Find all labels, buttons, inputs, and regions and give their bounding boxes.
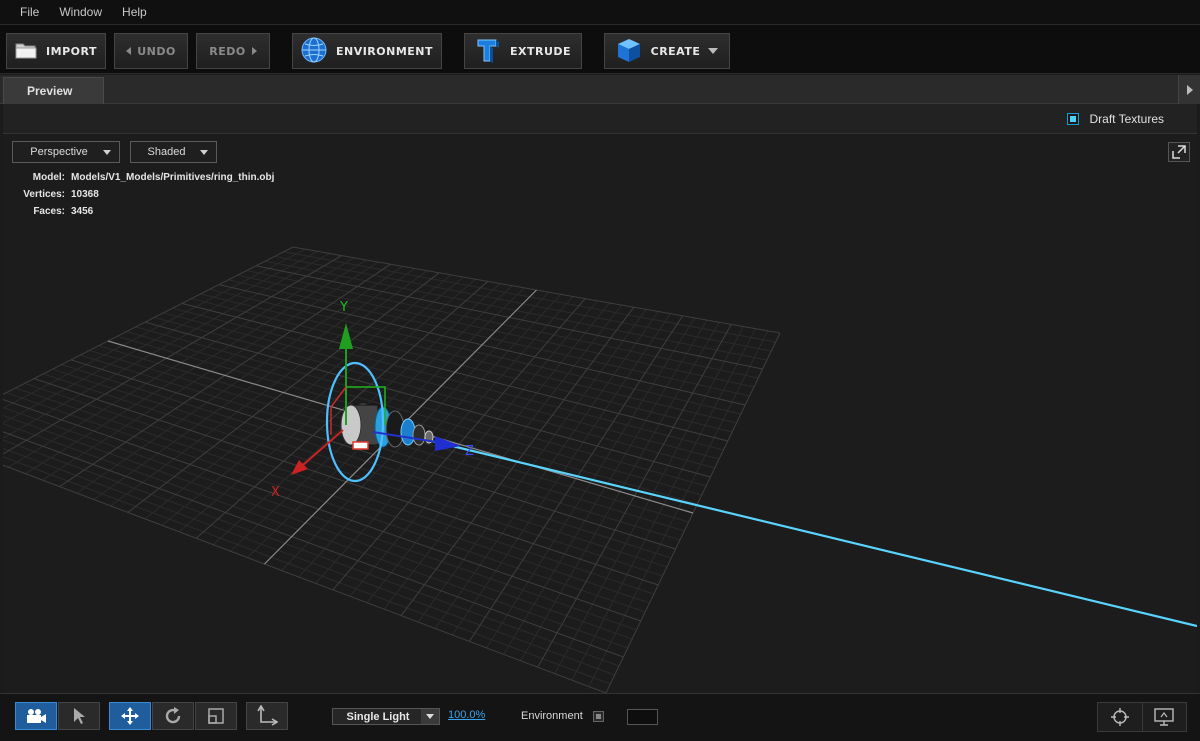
chevron-down-icon (200, 150, 208, 155)
draft-textures-label: Draft Textures (1089, 112, 1164, 126)
chevron-down-icon (421, 709, 439, 724)
info-value: 3456 (71, 206, 94, 217)
cyan-guide-line (422, 437, 1197, 628)
environment-checkbox[interactable] (593, 711, 604, 722)
focus-target-button[interactable] (1098, 703, 1142, 731)
rotate-tool-button[interactable] (152, 702, 194, 730)
main-toolbar: IMPORT UNDO REDO ENVIRONMENT EXTRUDE CRE… (0, 24, 1200, 74)
info-row-faces: Faces: 3456 (3, 203, 274, 220)
model-info-panel: Model: Models/V1_Models/Primitives/ring_… (3, 169, 274, 220)
axis-tool-button[interactable] (246, 702, 288, 730)
menu-help[interactable]: Help (112, 0, 157, 24)
info-row-model: Model: Models/V1_Models/Primitives/ring_… (3, 169, 275, 186)
grid-line (3, 406, 637, 631)
tab-scroll-right-icon[interactable] (1178, 75, 1200, 104)
axis-icon (257, 705, 278, 726)
info-value: Models/V1_Models/Primitives/ring_thin.ob… (71, 172, 275, 183)
chevron-down-icon (708, 48, 719, 54)
grid-fine (3, 248, 776, 687)
scale-icon (208, 708, 224, 724)
environment-color-swatch[interactable] (627, 709, 658, 725)
view-mode-dropdown[interactable]: Perspective (12, 141, 120, 163)
grid-line (3, 398, 641, 622)
menu-bar: File Window Help (0, 0, 1200, 24)
rotate-icon (165, 707, 181, 724)
3d-viewport[interactable]: Y X Z Perspective Shaded Model: Models/V… (3, 135, 1197, 693)
monitor-icon (1154, 708, 1174, 726)
draft-textures-checkbox[interactable] (1066, 113, 1079, 125)
extrude-label: EXTRUDE (509, 44, 572, 58)
redo-label: REDO (209, 44, 246, 58)
undo-label: UNDO (137, 44, 176, 58)
globe-icon (301, 37, 327, 66)
menu-window[interactable]: Window (49, 0, 112, 24)
grid-major (3, 246, 781, 693)
environment-label: ENVIRONMENT (335, 44, 434, 58)
move-tool-button[interactable] (109, 702, 151, 730)
camera-tool-button[interactable] (15, 702, 57, 730)
y-axis-label: Y (339, 300, 348, 315)
select-tool-button[interactable] (58, 702, 100, 730)
display-settings-button[interactable] (1141, 703, 1187, 731)
maximize-viewport-button[interactable] (1168, 142, 1190, 162)
info-key: Vertices: (23, 189, 65, 200)
z-axis-label: Z (465, 444, 474, 459)
view-options-group (1097, 702, 1187, 732)
create-button[interactable]: CREATE (604, 33, 730, 69)
menu-file[interactable]: File (10, 0, 49, 24)
import-button[interactable]: IMPORT (6, 33, 106, 69)
extrude-button[interactable]: EXTRUDE (464, 33, 582, 69)
x-axis-label: X (271, 485, 280, 500)
grid-line (3, 414, 633, 640)
create-label: CREATE (650, 44, 701, 58)
info-value: 10368 (71, 189, 99, 200)
tab-preview[interactable]: Preview (3, 77, 104, 104)
zoom-level-link[interactable]: 100.0% (448, 709, 485, 721)
info-row-vertices: Vertices: 10368 (3, 186, 274, 203)
environment-toggle-label: Environment (521, 710, 583, 722)
select-arrow-icon (74, 708, 85, 724)
undo-button[interactable]: UNDO (114, 33, 188, 69)
folder-icon (15, 41, 37, 62)
undo-arrow-icon (126, 47, 132, 55)
tab-strip: Preview (0, 75, 1200, 104)
maximize-icon (1172, 145, 1186, 159)
x-axis-line (302, 429, 344, 466)
extrude-t-icon (475, 37, 501, 66)
camera-icon (27, 709, 46, 723)
info-key: Model: (32, 172, 65, 183)
options-bar: Draft Textures (3, 104, 1197, 134)
cube-icon (616, 37, 642, 66)
environment-button[interactable]: ENVIRONMENT (292, 33, 442, 69)
bottom-toolbar: Single Light 100.0% Environment (0, 693, 1200, 741)
shading-mode-dropdown[interactable]: Shaded (130, 141, 217, 163)
crosshair-icon (1110, 708, 1129, 726)
ring-model (340, 402, 434, 450)
redo-arrow-icon (251, 47, 257, 55)
lighting-dropdown[interactable]: Single Light (332, 708, 440, 725)
draft-textures-toggle[interactable]: Draft Textures (1066, 112, 1164, 126)
grid-line (3, 431, 624, 658)
info-key: Faces: (33, 206, 65, 217)
redo-button[interactable]: REDO (196, 33, 270, 69)
move-icon (121, 707, 139, 725)
scale-tool-button[interactable] (195, 702, 237, 730)
chevron-down-icon (103, 150, 111, 155)
import-label: IMPORT (46, 44, 97, 58)
